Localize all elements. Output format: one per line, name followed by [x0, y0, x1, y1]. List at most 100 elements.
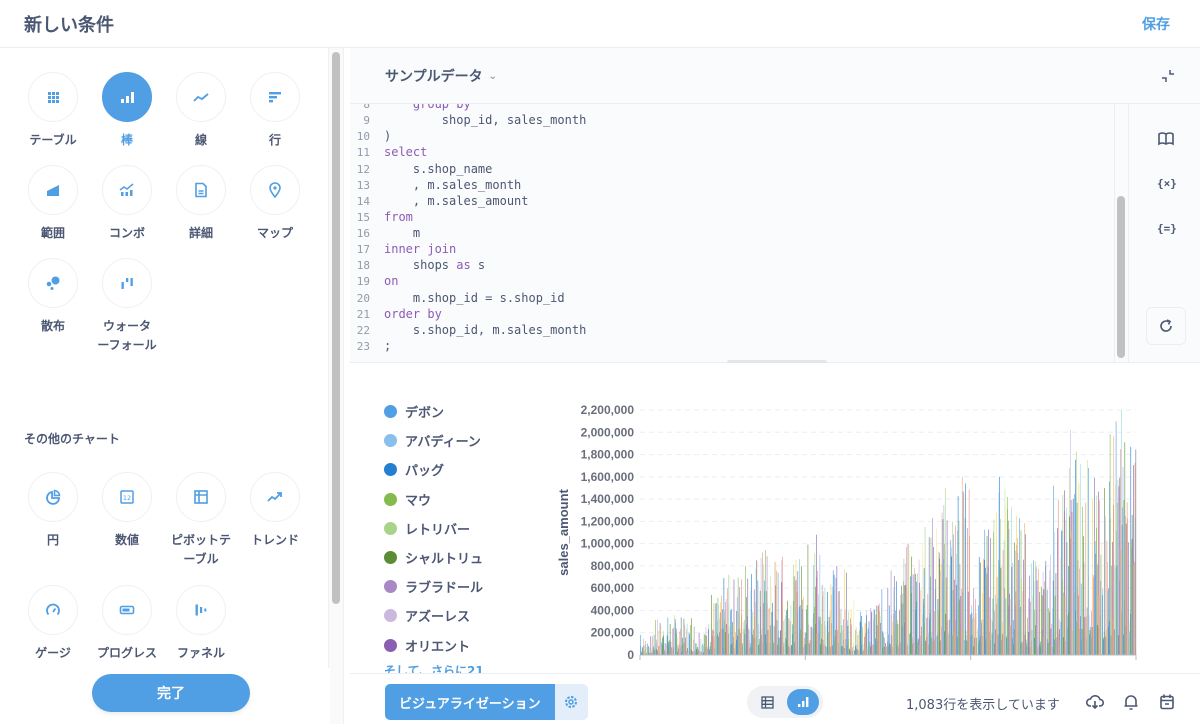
page-title: 新しい条件	[24, 15, 114, 36]
visualization-button[interactable]: ビジュアライゼーション	[385, 684, 588, 720]
legend-dot	[384, 638, 397, 652]
code-line: 11 select	[350, 144, 428, 160]
legend-item[interactable]: アズーレス	[384, 601, 544, 630]
chart-type-label: コンボ	[108, 226, 145, 240]
chart-type-option[interactable]: ゲージ	[16, 585, 90, 668]
legend-item[interactable]: レトリバー	[384, 514, 544, 543]
line-number: 20	[356, 291, 370, 305]
bar	[1104, 516, 1106, 655]
chart-type-label: トレンド	[250, 533, 299, 547]
chart-type-option[interactable]: 行	[238, 72, 312, 165]
chart-type-option[interactable]: 範囲	[16, 165, 90, 258]
chart-type-option[interactable]: ピボットテーブル	[164, 472, 238, 585]
number-icon: 12	[120, 490, 134, 504]
bar	[680, 617, 682, 655]
legend-dot	[384, 551, 397, 565]
table-icon	[760, 695, 774, 709]
row-count: 1,083行を表示しています	[906, 698, 1060, 713]
calendar-icon[interactable]	[1157, 692, 1177, 712]
chart-type-option[interactable]: トレンド	[238, 472, 312, 585]
chart-type-option[interactable]: コンボ	[90, 165, 164, 258]
database-picker[interactable]: サンプルデータ ⌄	[385, 66, 497, 86]
download-icon[interactable]	[1085, 692, 1105, 712]
code-text: )	[384, 129, 392, 144]
other-chart-type-grid: 円 12 数値 ピボットテーブル トレンドゲージ プログレス ファネル	[16, 472, 312, 668]
code-text: shop_id, sales_month	[384, 113, 587, 128]
done-button[interactable]: 完了	[92, 674, 250, 712]
bar	[851, 624, 852, 655]
book-icon[interactable]	[1157, 130, 1175, 148]
chart-view-toggle[interactable]	[787, 689, 819, 715]
viz-settings-button[interactable]	[554, 684, 588, 720]
bar	[819, 554, 821, 655]
chart-type-grid: テーブル 棒 線 行範囲 コンボ 詳細 マップ散布 ウォーターフォール	[16, 72, 312, 378]
table-view-toggle[interactable]	[751, 689, 783, 715]
chart-type-label: 棒	[120, 133, 133, 147]
legend-dot	[384, 609, 397, 623]
visualization-panel: デボンアバディーン パッグ マウレトリバーシャルトリュ ラブラドール アズーレス オリエン…	[350, 363, 1200, 673]
save-button[interactable]: 保存	[1142, 14, 1170, 34]
legend-item[interactable]: デボン	[384, 397, 544, 426]
legend-item[interactable]: ラブラドール	[384, 572, 544, 601]
y-tick-label: 200,000	[591, 626, 635, 640]
y-tick-label: 2,200,000	[581, 403, 635, 417]
variables-icon[interactable]: {×}	[1157, 175, 1177, 193]
code-text: shops as s	[384, 258, 486, 273]
chart-type-option[interactable]: 詳細	[164, 165, 238, 258]
chart-type-icon-circle	[28, 472, 78, 522]
gear-icon	[565, 696, 578, 708]
bell-icon[interactable]	[1121, 692, 1141, 712]
legend-item[interactable]: アバディーン	[384, 426, 544, 455]
legend-item[interactable]: シャルトリュ	[384, 543, 544, 572]
chart-type-option[interactable]: 棒	[90, 72, 164, 165]
code-text: order by	[384, 306, 442, 321]
legend-label: レトリバー	[405, 522, 471, 538]
chart-type-option[interactable]: 円	[16, 472, 90, 585]
sidebar-scrollbar-thumb[interactable]	[332, 52, 340, 604]
chart-type-list: テーブル 棒 線 行範囲 コンボ 詳細 マップ 散布 ウォーターフォール その他のチャート 円 1…	[0, 48, 322, 668]
chart-type-option[interactable]: 線	[164, 72, 238, 165]
legend-dot	[384, 521, 397, 535]
code-line: 15 from	[350, 209, 413, 225]
code-text: ;	[384, 338, 392, 353]
bar	[803, 596, 804, 655]
line-number: 14	[356, 194, 370, 208]
editor-header: サンプルデータ ⌄	[350, 48, 1200, 104]
editor-scrollbar-thumb[interactable]	[1117, 196, 1125, 358]
chart-type-option[interactable]: 12 数値	[90, 472, 164, 585]
chart-legend: デボンアバディーン パッグ マウレトリバーシャルトリュ ラブラドール アズーレス オリエン…	[384, 397, 544, 673]
bar-chart-icon	[798, 697, 809, 707]
code-line: 20 m.shop_id = s.shop_id	[350, 290, 565, 306]
code-line: 12 s.shop_name	[350, 161, 493, 177]
done-bar: 完了	[0, 668, 330, 724]
line-number: 12	[356, 162, 370, 176]
bar	[853, 599, 855, 655]
legend-item[interactable]: オリエント	[384, 631, 544, 660]
x-tick-label: 1月 2013	[781, 662, 830, 663]
line-number: 17	[356, 243, 370, 257]
chart-type-option[interactable]: ファネル	[164, 585, 238, 668]
code-text: s.shop_id, m.sales_month	[384, 322, 587, 337]
collapse-icon[interactable]	[1160, 68, 1176, 84]
y-tick-label: 1,200,000	[581, 514, 635, 528]
bar	[1117, 479, 1119, 655]
legend-item[interactable]: マウ	[384, 485, 544, 514]
chart-type-option[interactable]: テーブル	[16, 72, 90, 165]
line-number: 21	[356, 307, 370, 321]
legend-more-link[interactable]: そして、さらに21	[384, 662, 544, 673]
chart-type-option[interactable]: マップ	[238, 165, 312, 258]
code-line: 22 s.shop_id, m.sales_month	[350, 322, 587, 338]
snippets-icon[interactable]: {=}	[1157, 220, 1177, 238]
legend-item[interactable]: パッグ	[384, 455, 544, 484]
y-tick-label: 1,000,000	[581, 537, 635, 551]
chart-type-label: ゲージ	[35, 646, 71, 660]
chart-type-option[interactable]: 散布	[16, 258, 90, 378]
bar-chart: 0 200,000 400,000 600,000 800,000 1,000,000 1,…	[556, 403, 1161, 663]
chart-type-option[interactable]: ウォーターフォール	[90, 258, 164, 378]
chart-type-icon-circle	[250, 472, 300, 522]
chart-type-option[interactable]: プログレス	[90, 585, 164, 668]
legend-label: デボン	[405, 406, 445, 422]
line-icon	[193, 93, 209, 102]
run-query-button[interactable]	[1146, 307, 1186, 345]
sql-editor[interactable]: 8 group by 9 shop_id, sales_month 10) 11 sel…	[350, 104, 1128, 362]
